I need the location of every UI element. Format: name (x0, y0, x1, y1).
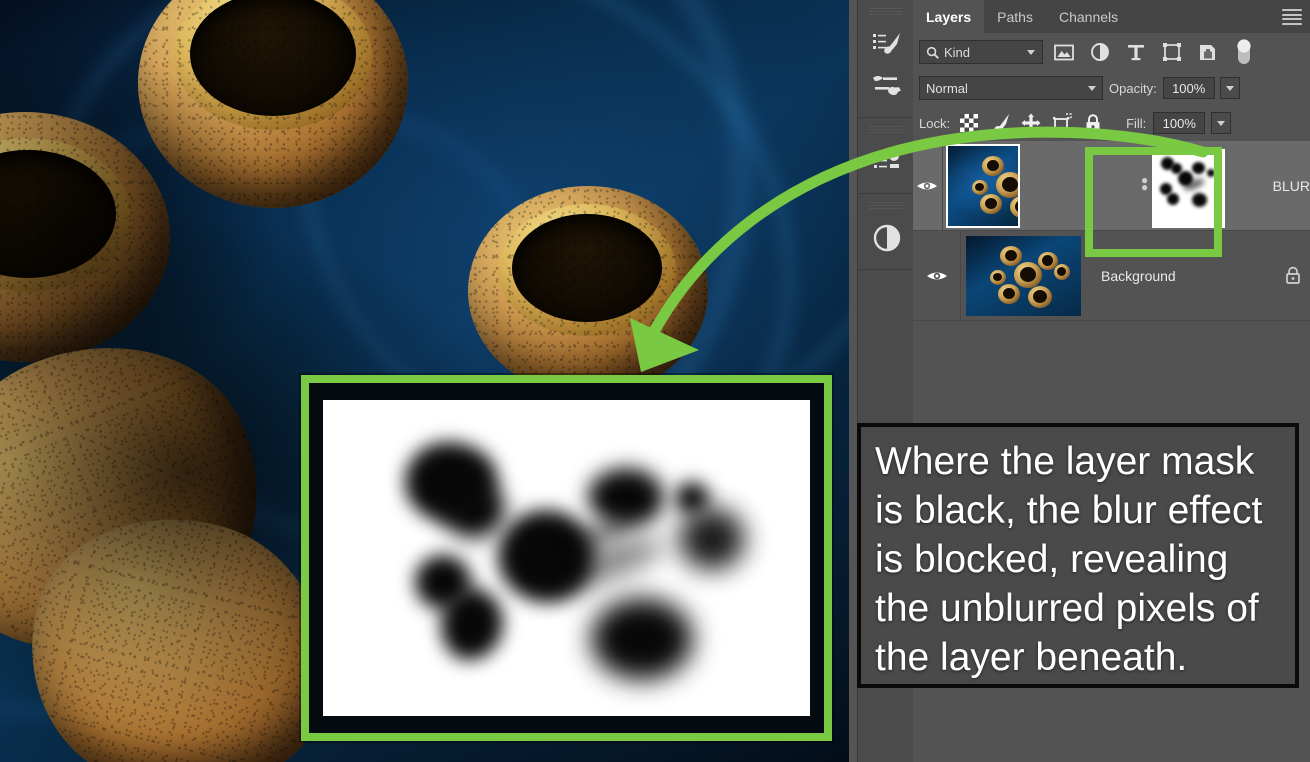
layer-mask-enlarged-preview (301, 375, 832, 741)
chevron-down-icon[interactable] (1088, 85, 1096, 91)
filter-enable-toggle[interactable] (1229, 39, 1259, 65)
brush-settings-icon[interactable] (858, 65, 916, 107)
layer-name[interactable]: Background (1081, 268, 1276, 284)
lock-position-icon[interactable] (1019, 111, 1043, 135)
filter-kind-select[interactable]: Kind (919, 40, 1043, 64)
lock-icon (1276, 266, 1310, 285)
photoshop-screenshot: Layers Paths Channels Kind Normal Opacit… (0, 0, 1310, 762)
adjustments-icon[interactable] (858, 217, 916, 259)
opacity-input[interactable]: 100% (1162, 77, 1215, 99)
smart-object-filter-icon[interactable] (1193, 39, 1223, 65)
lock-image-pixels-icon[interactable] (988, 111, 1012, 135)
lock-label: Lock: (919, 115, 951, 131)
panel-grip[interactable] (869, 202, 903, 211)
type-layer-filter-icon[interactable] (1121, 39, 1151, 65)
lock-transparent-pixels-icon[interactable] (957, 111, 981, 135)
mask-preview-image (323, 400, 810, 716)
lock-row: Lock: Fill: 100% (913, 105, 1310, 141)
opacity-stepper[interactable] (1219, 77, 1240, 99)
tube-sponge (138, 0, 408, 208)
fill-input[interactable]: 100% (1153, 112, 1206, 134)
lock-artboard-nesting-icon[interactable] (1050, 111, 1074, 135)
panel-grip[interactable] (869, 126, 903, 135)
eye-icon[interactable] (913, 231, 961, 320)
annotation-callout: Where the layer mask is black, the blur … (857, 423, 1299, 688)
opacity-label: Opacity: (1109, 80, 1157, 96)
shape-layer-filter-icon[interactable] (1157, 39, 1187, 65)
brush-presets-icon[interactable] (858, 23, 916, 65)
rail-group-adjustments (858, 194, 914, 270)
search-icon (926, 46, 939, 59)
hamburger-menu-icon[interactable] (1282, 9, 1302, 25)
mask-thumbnail-highlight (1085, 147, 1222, 257)
callout-text: Where the layer mask is black, the blur … (875, 440, 1263, 679)
lock-all-icon[interactable] (1081, 111, 1105, 135)
tab-paths[interactable]: Paths (984, 0, 1046, 33)
rail-group-brushes (858, 0, 914, 118)
tube-sponge (468, 186, 708, 396)
filter-kind-label: Kind (944, 44, 971, 60)
fill-label: Fill: (1126, 115, 1147, 131)
rail-group-layer-comps (858, 118, 914, 194)
blend-mode-value: Normal (926, 80, 968, 96)
tab-channels[interactable]: Channels (1045, 0, 1132, 33)
blend-mode-select[interactable]: Normal (919, 76, 1103, 100)
chevron-down-icon[interactable] (1027, 49, 1035, 55)
layer-thumbnail[interactable] (945, 143, 1020, 228)
pixel-layer-filter-icon[interactable] (1049, 39, 1079, 65)
layer-comps-icon[interactable] (858, 141, 916, 183)
panel-grip[interactable] (869, 8, 903, 17)
layer-thumbnail[interactable] (966, 235, 1081, 316)
tab-layers[interactable]: Layers (913, 0, 985, 33)
panel-tab-bar: Layers Paths Channels (913, 0, 1310, 33)
fill-stepper[interactable] (1211, 112, 1232, 134)
layer-filter-row: Kind (913, 33, 1310, 71)
eye-icon[interactable] (913, 141, 943, 230)
blend-mode-row: Normal Opacity: 100% (913, 71, 1310, 105)
adjustment-layer-filter-icon[interactable] (1085, 39, 1115, 65)
